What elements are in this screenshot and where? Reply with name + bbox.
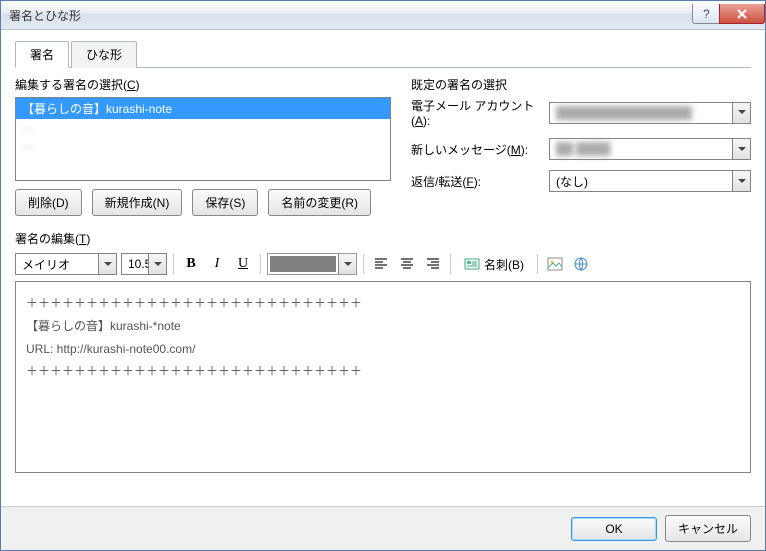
align-left-button[interactable] — [370, 253, 392, 275]
newmsg-label: 新しいメッセージ(M): — [411, 141, 541, 158]
default-sig-label: 既定の署名の選択 — [411, 76, 751, 93]
window-title: 署名とひな形 — [9, 7, 693, 24]
svg-text:?: ? — [703, 8, 710, 20]
dialog-footer: OK キャンセル — [1, 506, 765, 550]
italic-button[interactable]: I — [206, 253, 228, 275]
chevron-down-icon[interactable] — [98, 254, 116, 274]
tab-template[interactable]: ひな形 — [71, 41, 137, 68]
chevron-down-icon[interactable] — [732, 103, 750, 123]
format-toolbar: メイリオ 10.5 B I U — [15, 253, 751, 275]
ok-button[interactable]: OK — [571, 517, 657, 541]
chevron-down-icon[interactable] — [338, 254, 356, 274]
account-label: 電子メール アカウント(A): — [411, 97, 541, 128]
reply-label: 返信/転送(F): — [411, 173, 541, 190]
signature-list[interactable]: 【暮らしの音】kurashi-note — — — [15, 97, 391, 181]
rename-button[interactable]: 名前の変更(R) — [268, 189, 371, 216]
font-combo[interactable]: メイリオ — [15, 253, 117, 275]
help-button[interactable]: ? — [692, 4, 720, 24]
delete-button[interactable]: 削除(D) — [15, 189, 82, 216]
chevron-down-icon[interactable] — [148, 254, 166, 274]
list-item[interactable]: 【暮らしの音】kurashi-note — [16, 98, 390, 119]
save-button[interactable]: 保存(S) — [192, 189, 258, 216]
size-combo[interactable]: 10.5 — [121, 253, 167, 275]
color-swatch — [270, 256, 336, 272]
new-button[interactable]: 新規作成(N) — [92, 189, 183, 216]
list-item[interactable]: — — [16, 137, 390, 155]
font-color-combo[interactable] — [267, 253, 357, 275]
insert-hyperlink-button[interactable] — [570, 253, 592, 275]
separator — [537, 254, 538, 274]
signature-editor[interactable]: ＋＋＋＋＋＋＋＋＋＋＋＋＋＋＋＋＋＋＋＋＋＋＋＋＋＋＋＋ 【暮らしの音】kura… — [15, 281, 751, 473]
align-center-button[interactable] — [396, 253, 418, 275]
reply-combo[interactable]: (なし) — [549, 170, 751, 192]
chevron-down-icon[interactable] — [732, 171, 750, 191]
separator — [363, 254, 364, 274]
edit-sig-label: 署名の編集(T) — [15, 230, 751, 247]
separator — [173, 254, 174, 274]
tab-signature[interactable]: 署名 — [15, 41, 69, 68]
business-card-button[interactable]: 名刺(B) — [457, 253, 531, 275]
chevron-down-icon[interactable] — [732, 139, 750, 159]
bold-button[interactable]: B — [180, 253, 202, 275]
close-button[interactable] — [719, 4, 765, 24]
separator — [450, 254, 451, 274]
titlebar: 署名とひな形 ? — [1, 1, 765, 30]
select-sig-label: 編集する署名の選択(C) — [15, 76, 391, 93]
newmsg-combo[interactable]: ██ ████ — [549, 138, 751, 160]
tab-bar: 署名 ひな形 — [15, 40, 751, 68]
account-combo[interactable]: ████████████████ — [549, 102, 751, 124]
underline-button[interactable]: U — [232, 253, 254, 275]
cancel-button[interactable]: キャンセル — [665, 515, 751, 542]
align-right-button[interactable] — [422, 253, 444, 275]
list-item[interactable]: — — [16, 119, 390, 137]
insert-picture-button[interactable] — [544, 253, 566, 275]
separator — [260, 254, 261, 274]
